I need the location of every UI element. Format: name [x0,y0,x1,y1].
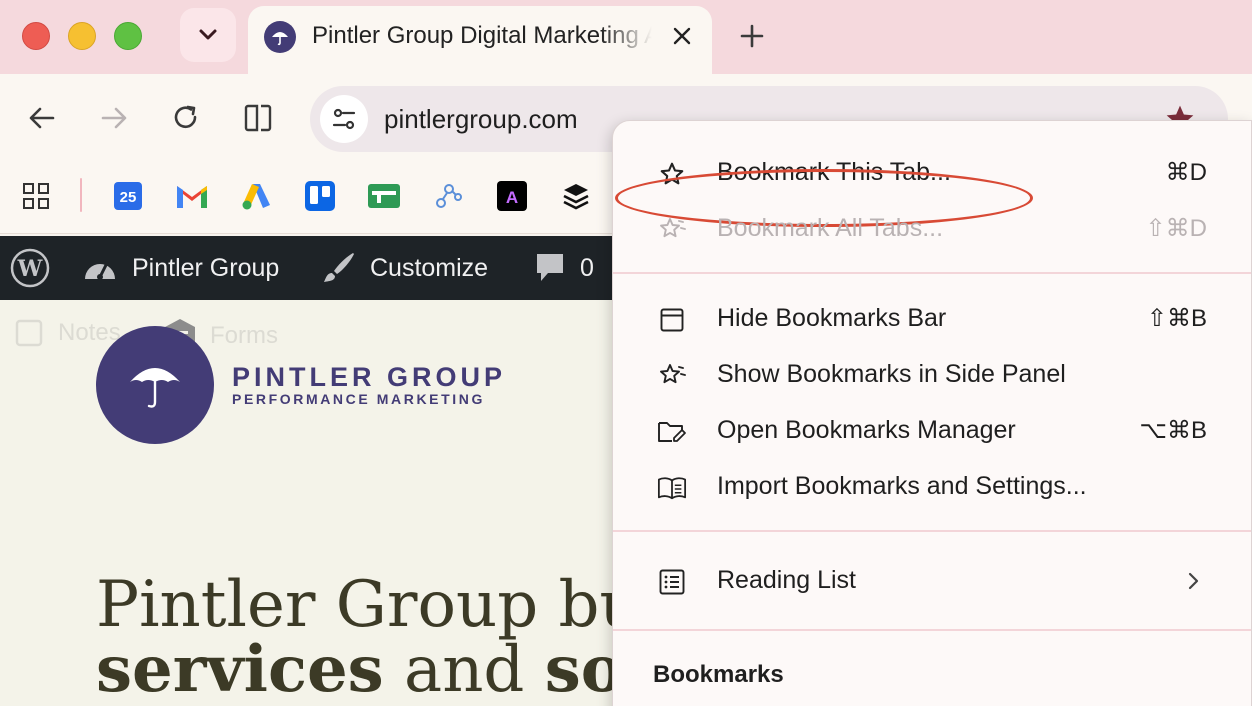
split-view-icon [244,104,272,132]
menu-item-import-bookmarks[interactable]: Import Bookmarks and Settings... [613,459,1251,515]
svg-text:A: A [506,188,518,207]
menu-item-hide-bookmarks-bar[interactable]: Hide Bookmarks Bar ⇧⌘B [613,291,1251,347]
comment-bubble-icon [537,254,563,281]
trello-icon[interactable] [302,178,338,214]
google-ads-icon[interactable] [238,178,274,214]
book-open-icon [657,473,687,503]
menu-item-label: Hide Bookmarks Bar [717,304,947,332]
logo-wordmark: PINTLER GROUP [232,362,507,392]
folder-edit-icon [657,417,687,447]
close-icon [673,27,691,45]
menu-item-label: Import Bookmarks and Settings... [717,472,1087,500]
stars-panel-icon [657,361,687,391]
forward-button[interactable] [96,100,132,136]
stars-icon [657,215,687,245]
umbrella-icon [130,368,180,408]
new-tab-button[interactable] [734,18,770,54]
hero-heading-line1: Pintler Group bui [96,568,662,642]
apps-grid-icon[interactable] [18,178,54,214]
tab-strip: Pintler Group Digital Marketing Agency [0,0,1252,74]
bookmarks-separator [80,178,82,212]
menu-item-shortcut: ⌘D [1165,159,1207,186]
ghost-forms-label: Forms [210,322,278,349]
back-button[interactable] [24,100,60,136]
chevron-down-icon [199,29,217,40]
tab-title: Pintler Group Digital Marketing Agency [312,22,652,49]
close-tab-button[interactable] [666,20,698,52]
ghost-notes-item: Notes [14,318,121,348]
url-text[interactable]: pintlergroup.com [384,104,578,135]
menu-item-label: Bookmark This Tab... [717,158,951,186]
star-outline-icon [657,159,687,189]
zoom-window-button[interactable] [114,22,142,50]
menu-separator [613,272,1251,274]
reload-icon [174,105,197,129]
customize-label: Customize [370,253,489,282]
layers-stack-icon[interactable] [558,178,594,214]
hero-heading-line2: services and soft [96,632,681,706]
bookmarks-menu: Bookmark This Tab... ⌘D Bookmark All Tab… [612,120,1252,706]
adobe-express-icon[interactable]: A [494,178,530,214]
menu-item-label: Show Bookmarks in Side Panel [717,360,1066,388]
tab-search-button[interactable] [180,8,236,62]
comments-menu[interactable]: 0 [534,236,594,300]
brand-logo[interactable] [96,326,214,444]
dashboard-gauge-icon [85,261,115,280]
google-calendar-icon[interactable]: 25 [110,178,146,214]
wordpress-logo-icon: W [10,248,50,288]
menu-separator [613,629,1251,631]
gmail-icon[interactable] [174,178,210,214]
arrow-right-icon [101,107,127,129]
note-icon [15,319,43,347]
paintbrush-icon [324,253,354,282]
menu-item-shortcut: ⇧⌘D [1145,215,1207,242]
comments-count: 0 [580,253,594,282]
menu-item-shortcut: ⇧⌘B [1146,305,1207,332]
close-window-button[interactable] [22,22,50,50]
network-nodes-icon[interactable] [430,178,466,214]
window-bar-icon [657,305,687,335]
menu-item-reading-list[interactable]: Reading List [613,553,1251,609]
arrow-left-icon [29,107,55,129]
active-tab[interactable]: Pintler Group Digital Marketing Agency [248,6,712,74]
tune-icon [332,108,356,130]
plus-icon [740,24,764,48]
site-favicon [264,21,296,53]
site-name-label: Pintler Group [132,253,280,282]
site-info-button[interactable] [320,95,368,143]
menu-item-label: Bookmark All Tabs... [717,214,944,242]
menu-item-shortcut: ⌥⌘B [1139,417,1207,444]
menu-item-label: Open Bookmarks Manager [717,416,1016,444]
reload-button[interactable] [168,100,204,136]
menu-item-open-bookmarks-manager[interactable]: Open Bookmarks Manager ⌥⌘B [613,403,1251,459]
wordpress-menu[interactable]: W [10,236,64,300]
menu-separator [613,530,1251,532]
customize-menu[interactable]: Customize [322,236,488,300]
split-view-button[interactable] [240,100,276,136]
hero-bold-services: services [96,632,384,706]
svg-text:25: 25 [120,189,137,206]
bookmarks-section-heading: Bookmarks [653,661,784,688]
ghost-notes-label: Notes [58,319,121,346]
chevron-right-icon [1181,569,1205,593]
hero-and: and [383,633,545,706]
logo-tagline: PERFORMANCE MARKETING [232,391,485,407]
site-name-menu[interactable]: Pintler Group [82,236,279,300]
menu-item-label: Reading List [717,566,856,594]
minimize-window-button[interactable] [68,22,96,50]
menu-item-bookmark-all-tabs: Bookmark All Tabs... ⇧⌘D [613,201,1251,257]
list-icon [657,567,687,597]
menu-item-bookmark-this-tab[interactable]: Bookmark This Tab... ⌘D [613,145,1251,227]
svg-text:W: W [17,256,43,282]
sheet-icon[interactable] [366,178,402,214]
menu-item-show-bookmarks-side-panel[interactable]: Show Bookmarks in Side Panel [613,347,1251,403]
umbrella-icon [272,32,288,46]
